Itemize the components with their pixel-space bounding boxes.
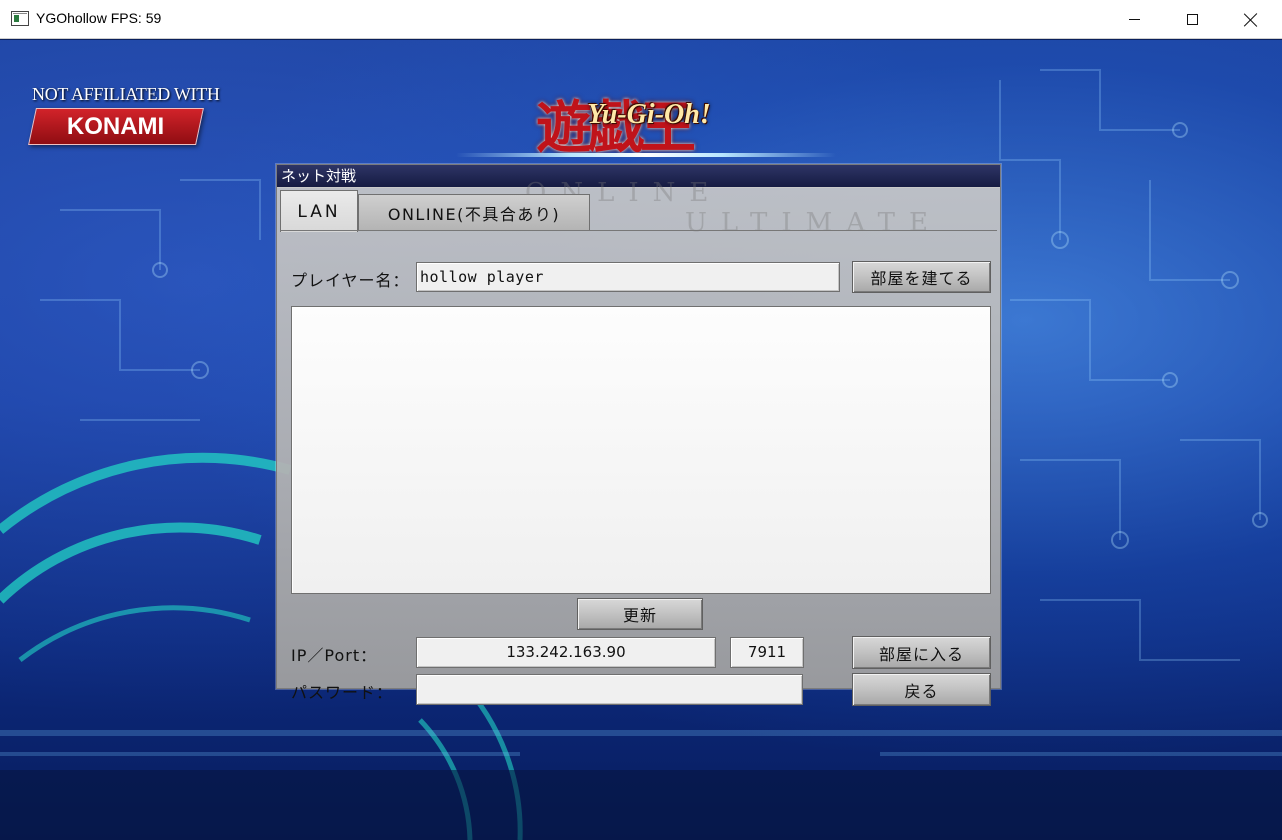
ghost-ultimate-text: ULTIMATE <box>685 208 942 238</box>
maximize-button[interactable] <box>1163 0 1221 39</box>
tab-bar: LAN ONLINE(不具合あり) <box>280 190 590 232</box>
net-battle-dialog: ネット対戦 ONLINE ULTIMATE LAN ONLINE(不具合あり) … <box>276 164 1001 706</box>
tab-divider <box>280 230 997 231</box>
player-name-label: プレイヤー名： <box>291 271 410 290</box>
refresh-button[interactable]: 更新 <box>577 598 703 630</box>
logo-underline <box>456 153 836 157</box>
window-titlebar: YGOhollow FPS: 59 <box>0 0 1282 39</box>
ip-address-input[interactable]: 133.242.163.90 <box>416 637 716 668</box>
app-icon <box>11 11 29 26</box>
konami-logo: KONAMI <box>28 108 204 145</box>
close-icon <box>1244 13 1258 27</box>
ip-port-label: IP／Port： <box>291 646 378 665</box>
room-list[interactable] <box>291 306 991 594</box>
password-input[interactable] <box>416 674 803 705</box>
maximize-icon <box>1186 14 1198 25</box>
close-button[interactable] <box>1222 0 1280 39</box>
logo-wordmark: Yu-Gi-Oh! <box>587 99 711 130</box>
minimize-icon <box>1128 19 1140 20</box>
player-name-input[interactable]: hollow player <box>416 262 840 292</box>
badge-caption: NOT AFFILIATED WITH <box>32 84 220 104</box>
tab-lan[interactable]: LAN <box>280 190 358 232</box>
konami-logo-text: KONAMI <box>67 112 165 140</box>
window-title: YGOhollow FPS: 59 <box>36 10 162 26</box>
back-button[interactable]: 戻る <box>852 673 991 706</box>
port-input[interactable]: 7911 <box>730 637 804 668</box>
host-room-button[interactable]: 部屋を建てる <box>852 261 991 293</box>
not-affiliated-badge: NOT AFFILIATED WITH KONAMI <box>28 84 220 145</box>
dialog-body: ONLINE ULTIMATE LAN ONLINE(不具合あり) プレイヤー名… <box>277 178 1000 706</box>
password-label: パスワード： <box>291 683 394 702</box>
minimize-button[interactable] <box>1105 0 1163 39</box>
yugioh-logo: 遊戯王 Yu-Gi-Oh! <box>536 83 756 163</box>
join-room-button[interactable]: 部屋に入る <box>852 636 991 669</box>
tab-online[interactable]: ONLINE(不具合あり) <box>358 194 590 230</box>
